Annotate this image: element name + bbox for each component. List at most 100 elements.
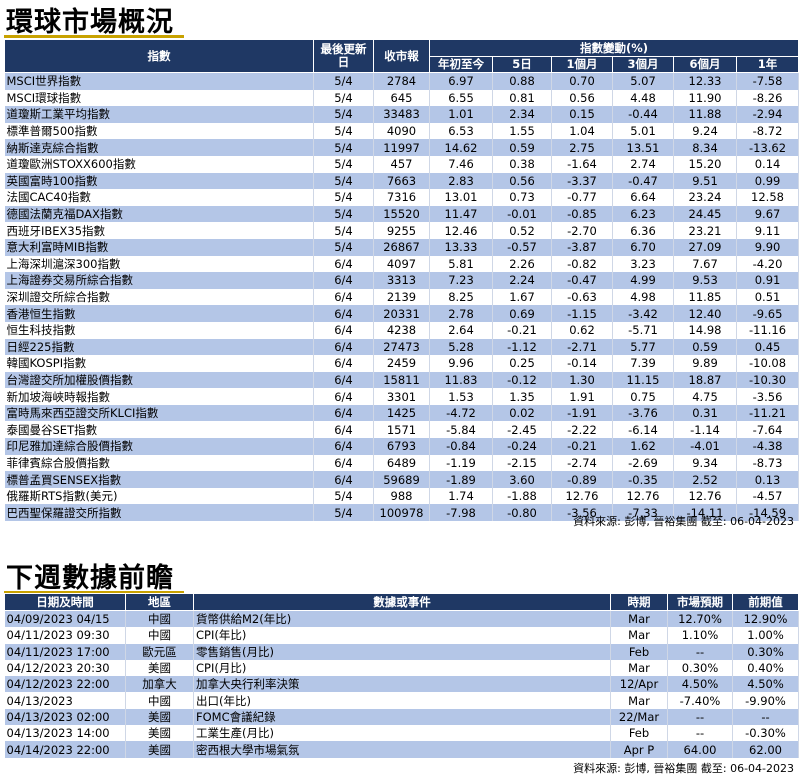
calendar-source-note: 資料來源: 彭博, 晉裕集團 截至: 06-04-2023 <box>573 762 794 775</box>
cell-change-1y: -13.62 <box>736 139 800 156</box>
cell-change-5d: -1.12 <box>492 338 552 356</box>
table-row: 泰國曼谷SET指數 6/4 1571 -5.84 -2.45 -2.22 -6.14 -1.1… <box>4 421 800 439</box>
cell-datetime: 04/11/2023 17:00 <box>4 643 126 660</box>
table-row: 菲律賓綜合股價指數 6/4 6489 -1.19 -2.15 -2.74 -2.69 9.34… <box>4 454 800 472</box>
cell-change-1m: -2.74 <box>551 454 613 472</box>
cell-last-update: 6/4 <box>313 471 374 488</box>
cell-last-update: 5/4 <box>313 172 374 190</box>
cell-close: 2459 <box>373 355 430 372</box>
cell-ytd: 12.46 <box>429 222 493 239</box>
cell-last-update: 6/4 <box>313 305 374 322</box>
cell-ytd: -5.84 <box>429 421 493 439</box>
table-row: 標普孟買SENSEX指數 6/4 59689 -1.89 3.60 -0.89 -0.35 2… <box>4 471 800 488</box>
cell-index-name: 恒生科技指數 <box>4 321 314 339</box>
cell-change-1m: 12.76 <box>551 487 613 505</box>
cell-change-6m: 24.45 <box>673 205 737 223</box>
cell-ytd: 1.01 <box>429 106 493 123</box>
cell-close: 9255 <box>373 222 430 239</box>
col-header-period: 時期 <box>610 593 668 611</box>
col-header-last-update: 最後更新日 <box>313 39 374 73</box>
cell-change-1y: -4.38 <box>736 438 800 455</box>
cell-change-5d: 0.38 <box>492 155 552 173</box>
cell-change-1y: -7.58 <box>736 72 800 90</box>
cell-change-5d: -0.21 <box>492 321 552 339</box>
cell-close: 100978 <box>373 504 430 522</box>
cell-change-1m: -0.89 <box>551 471 613 488</box>
cell-previous: 12.90% <box>732 610 799 628</box>
table-row: 深圳證交所綜合指數 6/4 2139 8.25 1.67 -0.63 4.98 11.85 0.… <box>4 288 800 306</box>
cell-change-3m: -0.47 <box>612 172 674 190</box>
cell-change-1m: -2.71 <box>551 338 613 356</box>
cell-forecast: -- <box>667 725 733 742</box>
cell-period: Mar <box>610 659 668 677</box>
cell-forecast: -7.40% <box>667 692 733 709</box>
cell-change-3m: 5.07 <box>612 72 674 90</box>
cell-ytd: 5.81 <box>429 255 493 273</box>
cell-change-6m: 9.89 <box>673 355 737 372</box>
cell-last-update: 6/4 <box>313 272 374 289</box>
cell-period: Feb <box>610 725 668 742</box>
cell-last-update: 5/4 <box>313 122 374 140</box>
table-row: 台灣證交所加權股價指數 6/4 15811 11.83 -0.12 1.30 11.15 18… <box>4 371 800 389</box>
cell-change-5d: 0.25 <box>492 355 552 372</box>
calendar-table-body: 04/09/2023 04/15 中國 貨幣供給M2(年比) Mar 12.70% 12.… <box>4 610 799 758</box>
cell-change-6m: 7.67 <box>673 255 737 273</box>
cell-ytd: 6.53 <box>429 122 493 140</box>
col-header-forecast: 市場預期 <box>667 593 733 611</box>
cell-change-5d: -0.24 <box>492 438 552 455</box>
cell-last-update: 6/4 <box>313 438 374 455</box>
table-row: 恒生科技指數 6/4 4238 2.64 -0.21 0.62 -5.71 14.98 -11.… <box>4 321 800 339</box>
cell-change-3m: 5.77 <box>612 338 674 356</box>
cell-index-name: 標準普爾500指數 <box>4 122 314 140</box>
cell-change-1m: 0.15 <box>551 106 613 123</box>
market-table-body: MSCI世界指數 5/4 2784 6.97 0.88 0.70 5.07 12.33 -7.5… <box>4 72 800 522</box>
cell-change-6m: 4.75 <box>673 388 737 405</box>
col-header-change-group: 指數變動(%) <box>428 39 800 57</box>
cell-change-1y: -4.57 <box>736 487 800 505</box>
cell-change-6m: 2.52 <box>673 471 737 488</box>
cell-change-6m: -1.14 <box>673 421 737 439</box>
cell-change-1m: -3.87 <box>551 238 613 256</box>
cell-change-1y: -8.72 <box>736 122 800 140</box>
table-row: 印尼雅加達綜合股價指數 6/4 6793 -0.84 -0.24 -0.21 1.62 -4.… <box>4 438 800 455</box>
cell-change-1m: 1.91 <box>551 388 613 405</box>
cell-change-5d: 1.35 <box>492 388 552 405</box>
cell-change-1m: -1.15 <box>551 305 613 322</box>
cell-change-1m: -0.63 <box>551 288 613 306</box>
cell-close: 1571 <box>373 421 430 439</box>
market-source-note: 資料來源: 彭博, 晉裕集團 截至: 06-04-2023 <box>573 515 794 528</box>
table-row: 英國富時100指數 5/4 7663 2.83 0.56 -3.37 -0.47 9.51 0.… <box>4 172 800 190</box>
cell-change-5d: 3.60 <box>492 471 552 488</box>
cell-change-6m: 8.34 <box>673 139 737 156</box>
cell-last-update: 6/4 <box>313 321 374 339</box>
cell-change-1m: -0.85 <box>551 205 613 223</box>
cell-ytd: 11.83 <box>429 371 493 389</box>
table-row: 04/11/2023 09:30 中國 CPI(年比) Mar 1.10% 1.00% <box>4 627 799 644</box>
cell-ytd: -7.98 <box>429 504 493 522</box>
cell-change-5d: 2.24 <box>492 272 552 289</box>
cell-ytd: 5.28 <box>429 338 493 356</box>
cell-index-name: 上海證券交易所綜合指數 <box>4 272 314 289</box>
cell-change-1m: -3.37 <box>551 172 613 190</box>
cell-change-3m: -0.44 <box>612 106 674 123</box>
cell-last-update: 5/4 <box>313 155 374 173</box>
cell-period: Feb <box>610 643 668 660</box>
cell-change-3m: 2.74 <box>612 155 674 173</box>
cell-region: 美國 <box>125 741 194 758</box>
table-row: MSCI世界指數 5/4 2784 6.97 0.88 0.70 5.07 12.33 -7.5… <box>4 72 800 90</box>
cell-index-name: 法國CAC40指數 <box>4 189 314 206</box>
cell-ytd: -0.84 <box>429 438 493 455</box>
col-header-ytd: 年初至今 <box>429 56 493 73</box>
cell-change-6m: 11.85 <box>673 288 737 306</box>
cell-datetime: 04/12/2023 22:00 <box>4 676 126 693</box>
table-row: 上海證券交易所綜合指數 6/4 3313 7.23 2.24 -0.47 4.99 9.53 0… <box>4 272 800 289</box>
cell-change-5d: 2.34 <box>492 106 552 123</box>
table-row: 道瓊歐洲STOXX600指數 5/4 457 7.46 0.38 -1.64 2.74 15.… <box>4 155 800 173</box>
cell-index-name: 日經225指數 <box>4 338 314 356</box>
cell-datetime: 04/11/2023 09:30 <box>4 627 126 644</box>
cell-period: 22/Mar <box>610 708 668 726</box>
cell-last-update: 5/4 <box>313 189 374 206</box>
cell-event: 加拿大央行利率決策 <box>193 676 611 693</box>
cell-change-1m: -0.14 <box>551 355 613 372</box>
cell-change-3m: 3.23 <box>612 255 674 273</box>
